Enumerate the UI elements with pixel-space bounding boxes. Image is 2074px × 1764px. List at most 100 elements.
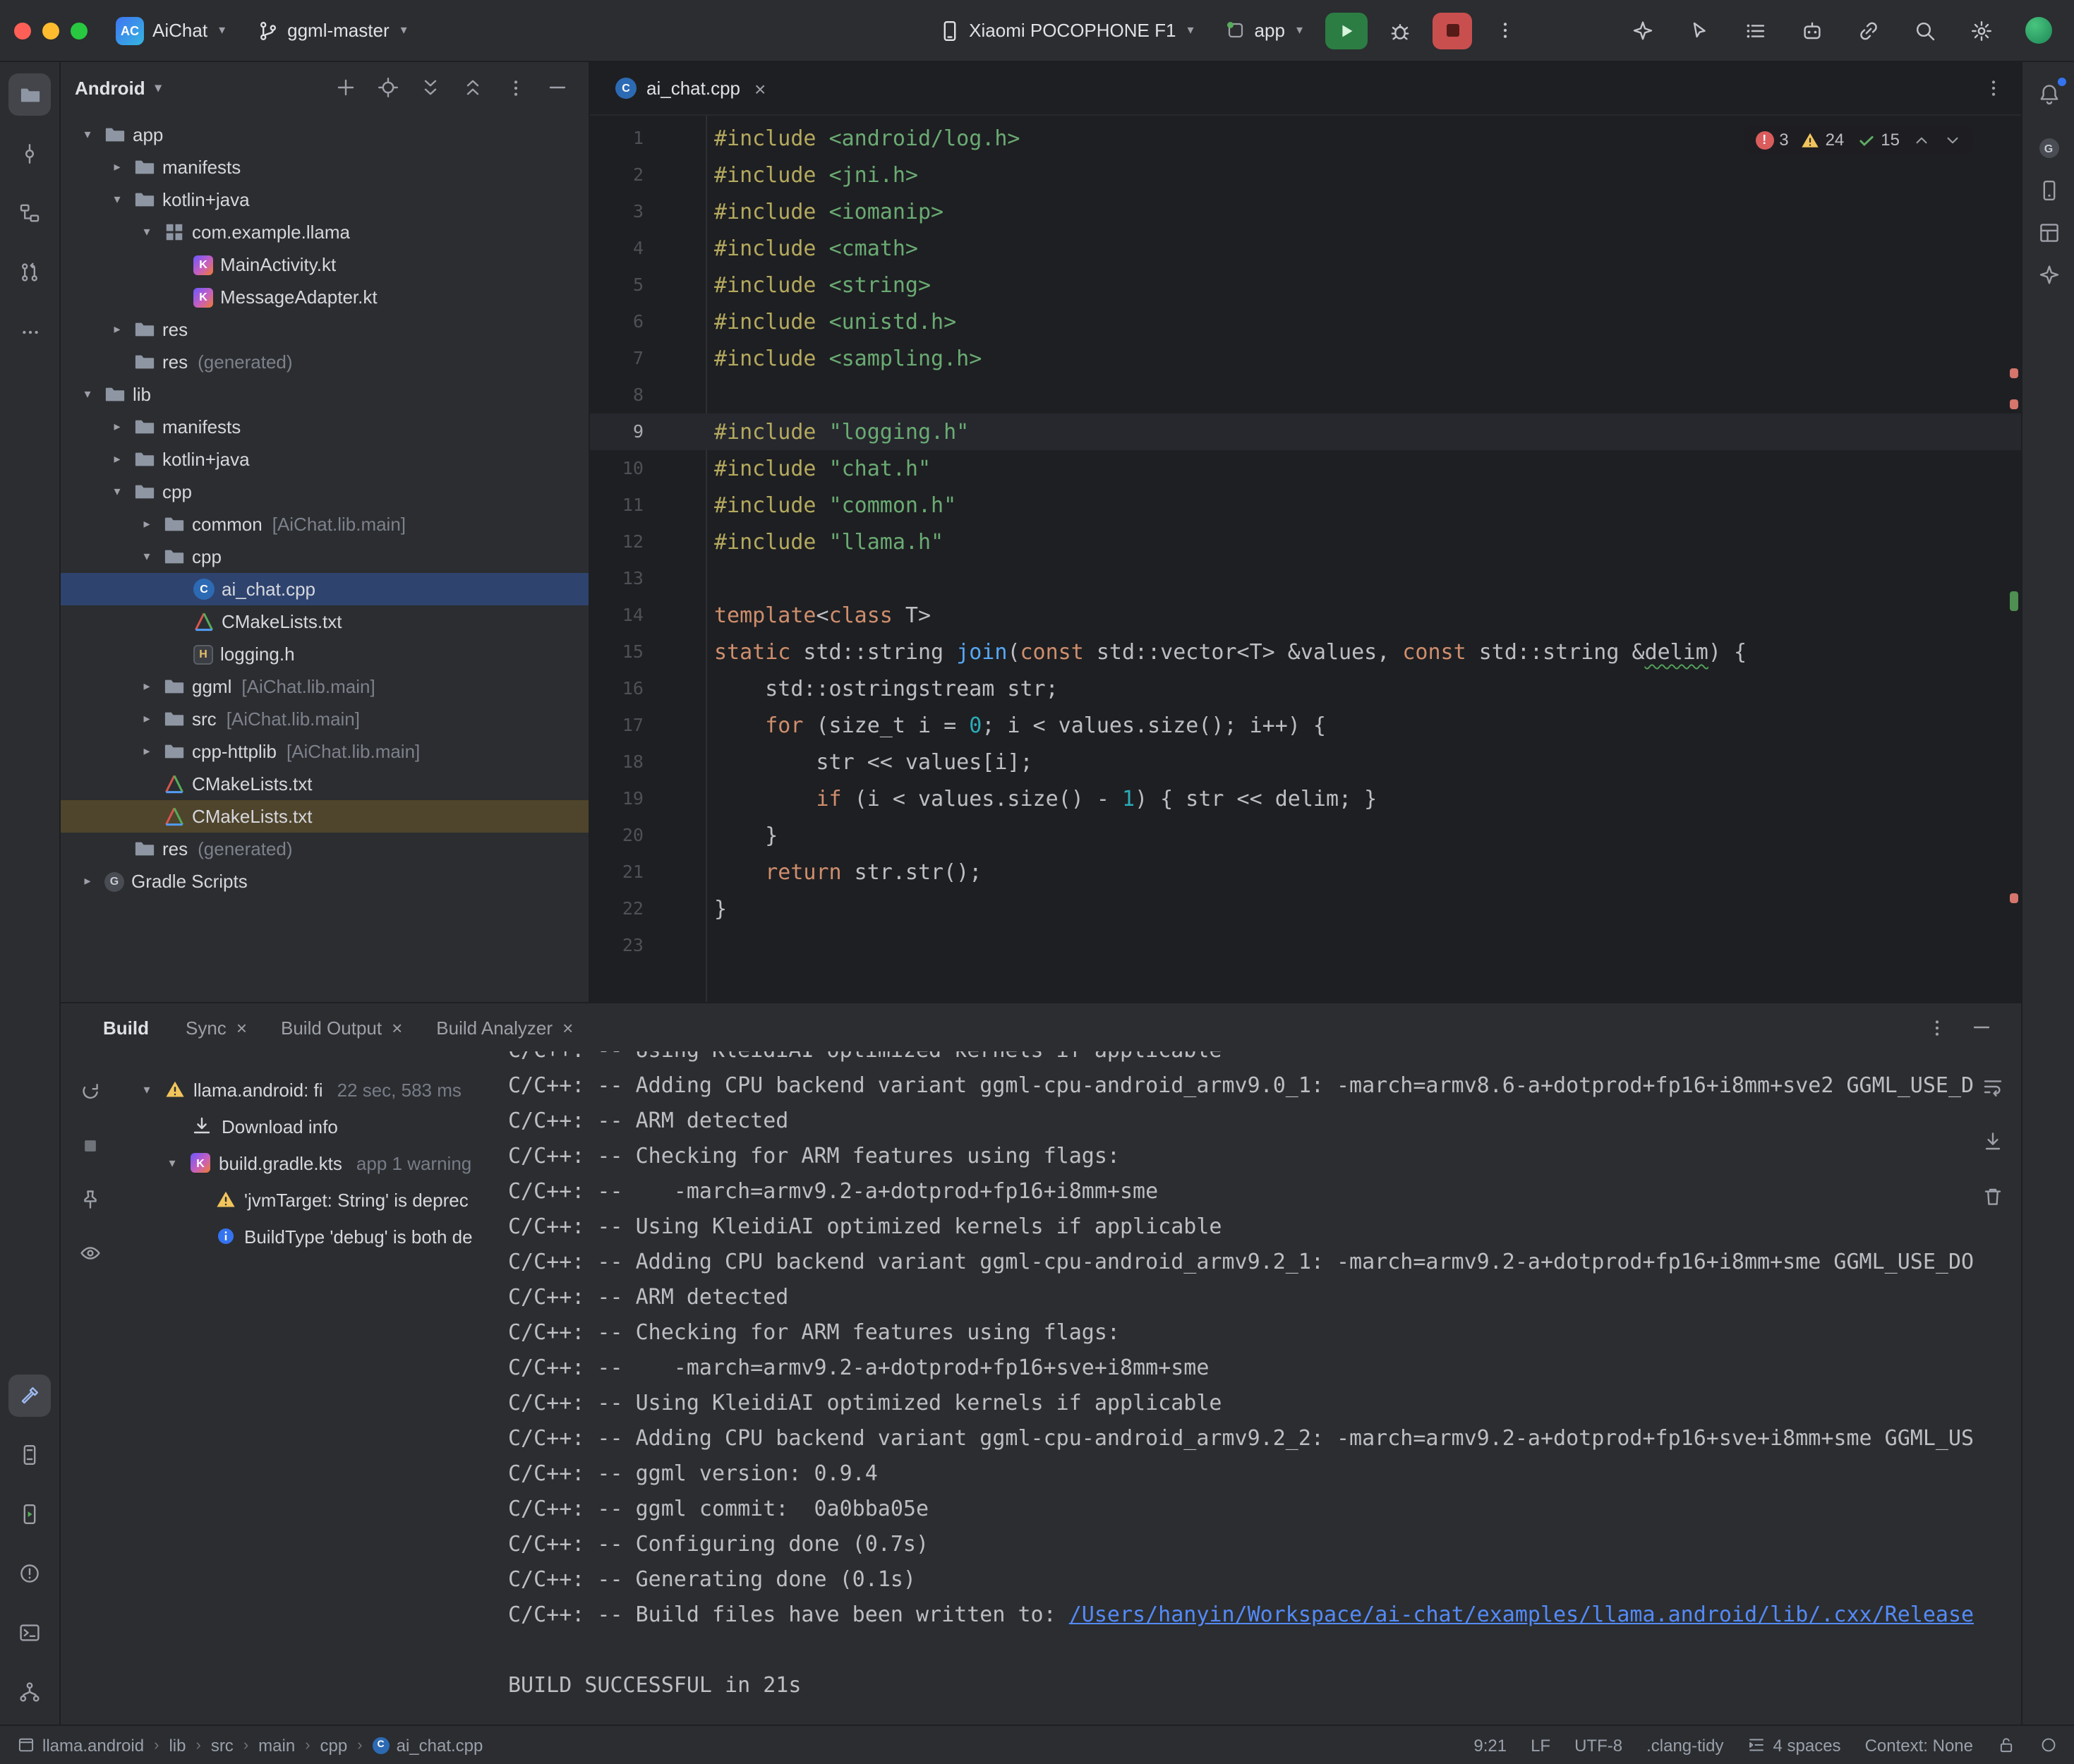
debug-button[interactable] [1380,12,1420,49]
code-line-18[interactable]: 18 str << values[i]; [590,744,2021,780]
code-line-10[interactable]: 10#include "chat.h" [590,450,2021,487]
code-line-19[interactable]: 19 if (i < values.size() - 1) { str << d… [590,780,2021,817]
clang-tidy-widget[interactable]: .clang-tidy [1646,1735,1723,1755]
code-line-8[interactable]: 8 [590,377,2021,413]
device-explorer-tool-button[interactable] [8,1434,51,1476]
encoding-widget[interactable]: UTF-8 [1574,1735,1622,1755]
tree-item-messageadapter-kt[interactable]: KMessageAdapter.kt [61,281,589,313]
line-number[interactable]: 5 [590,267,706,303]
project-tool-button[interactable] [8,73,51,116]
branch-selector[interactable]: ggml-master ▾ [248,13,416,47]
device-manager-tool-button[interactable] [2027,169,2070,212]
line-number[interactable]: 10 [590,450,706,487]
code-line-13[interactable]: 13 [590,560,2021,597]
code-line-16[interactable]: 16 std::ostringstream str; [590,670,2021,707]
close-tab-icon[interactable]: × [754,77,766,99]
errors-count[interactable]: ! 3 [1755,130,1788,150]
layout-inspector-tool-button[interactable] [2027,212,2070,254]
passed-count[interactable]: 15 [1857,130,1900,150]
code-line-14[interactable]: 14template<class T> [590,597,2021,634]
line-number[interactable]: 17 [590,707,706,744]
lock-widget[interactable] [1997,1736,2015,1754]
chevron-down-icon[interactable]: ▾ [78,127,97,143]
chevron-right-icon[interactable]: ▸ [107,452,127,467]
line-number[interactable]: 15 [590,634,706,670]
ai-actions-button[interactable] [1623,11,1663,50]
running-devices-tool-button[interactable] [8,1493,51,1535]
chevron-down-icon[interactable]: ▾ [137,549,157,564]
code-line-5[interactable]: 5#include <string> [590,267,2021,303]
build-window-title[interactable]: Build [103,1017,149,1038]
stripe-mark-error[interactable] [2010,893,2018,903]
todo-list-button[interactable] [1736,11,1775,50]
chevron-right-icon[interactable]: ▸ [137,744,157,759]
run-button[interactable] [1325,12,1368,49]
line-number[interactable]: 9 [590,413,706,450]
line-number[interactable]: 3 [590,193,706,230]
chevron-down-icon[interactable]: ▾ [162,1155,182,1171]
line-number[interactable]: 2 [590,157,706,193]
locate-file-button[interactable] [371,71,405,104]
line-number[interactable]: 14 [590,597,706,634]
zoom-window-button[interactable] [71,22,88,39]
scroll-to-end-button[interactable] [1974,1123,2011,1160]
hide-build-panel-icon[interactable] [1970,1016,1993,1039]
commit-tool-button[interactable] [8,133,51,175]
collapse-all-button[interactable] [456,71,490,104]
gradle-tool-button[interactable]: G [2027,127,2070,169]
chevron-right-icon[interactable]: ▸ [137,711,157,727]
show-output-button[interactable] [72,1235,109,1271]
chevron-right-icon[interactable]: ▸ [78,874,97,889]
build-tab-sync[interactable]: Sync× [171,1011,261,1044]
tree-item-res[interactable]: res(generated) [61,833,589,865]
tree-item-common[interactable]: ▸common[AiChat.lib.main] [61,508,589,540]
build-tool-button[interactable] [8,1375,51,1417]
build-tree-item-llama-android-fi[interactable]: ▾llama.android: fi22 sec, 583 ms [120,1071,508,1108]
code-line-15[interactable]: 15static std::string join(const std::vec… [590,634,2021,670]
next-problem-icon[interactable] [1943,131,1962,149]
tree-item-ai-chat-cpp[interactable]: Cai_chat.cpp [61,573,589,605]
tree-item-manifests[interactable]: ▸manifests [61,411,589,443]
inspections-widget[interactable]: ! 3 24 15 [1744,126,1973,154]
project-selector[interactable]: AC AiChat ▾ [107,11,234,50]
tree-item-kotlin-java[interactable]: ▸kotlin+java [61,443,589,476]
clear-all-button[interactable] [1974,1178,2011,1215]
chevron-right-icon[interactable]: ▸ [107,159,127,175]
breadcrumb-src[interactable]: src [211,1735,234,1755]
tree-item-res[interactable]: ▸res [61,313,589,346]
tree-item-ggml[interactable]: ▸ggml[AiChat.lib.main] [61,670,589,703]
code-line-21[interactable]: 21 return str.str(); [590,854,2021,890]
code-line-2[interactable]: 2#include <jni.h> [590,157,2021,193]
chevron-down-icon[interactable]: ▾ [107,192,127,207]
close-window-button[interactable] [14,22,31,39]
line-number[interactable]: 21 [590,854,706,890]
line-number[interactable]: 18 [590,744,706,780]
close-tab-icon[interactable]: × [562,1017,573,1038]
tree-item-src[interactable]: ▸src[AiChat.lib.main] [61,703,589,735]
build-tree-item-jvmtarget-string-is-deprec[interactable]: 'jvmTarget: String' is deprec [120,1181,508,1218]
tree-item-kotlin-java[interactable]: ▾kotlin+java [61,183,589,216]
close-tab-icon[interactable]: × [236,1017,247,1038]
tree-item-gradle-scripts[interactable]: ▸GGradle Scripts [61,865,589,898]
settings-button[interactable] [1962,11,2001,50]
run-config-selector[interactable]: app ▾ [1217,14,1311,47]
pin-tab-button[interactable] [72,1181,109,1218]
panel-options-button[interactable] [498,71,532,104]
build-options-icon[interactable] [1927,1016,1948,1039]
hide-panel-button[interactable] [541,71,574,104]
line-number[interactable]: 4 [590,230,706,267]
stop-button[interactable] [1433,12,1472,49]
tree-item-cpp[interactable]: ▾cpp [61,540,589,573]
code-line-22[interactable]: 22} [590,890,2021,927]
editor-tab-ai-chat-cpp[interactable]: Cai_chat.cpp× [598,62,783,114]
code-line-20[interactable]: 20 } [590,817,2021,854]
code-line-11[interactable]: 11#include "common.h" [590,487,2021,524]
context-widget[interactable]: Context: None [1865,1735,1973,1755]
tree-item-cmakelists-txt[interactable]: CMakeLists.txt [61,605,589,638]
line-number[interactable]: 1 [590,120,706,157]
structure-tool-button[interactable] [8,192,51,234]
code-line-3[interactable]: 3#include <iomanip> [590,193,2021,230]
tree-item-com-example-llama[interactable]: ▾com.example.llama [61,216,589,248]
stripe-mark-error[interactable] [2010,399,2018,409]
build-console[interactable]: C/C++: -- Using KleidiAI optimized kerne… [508,1051,2021,1724]
